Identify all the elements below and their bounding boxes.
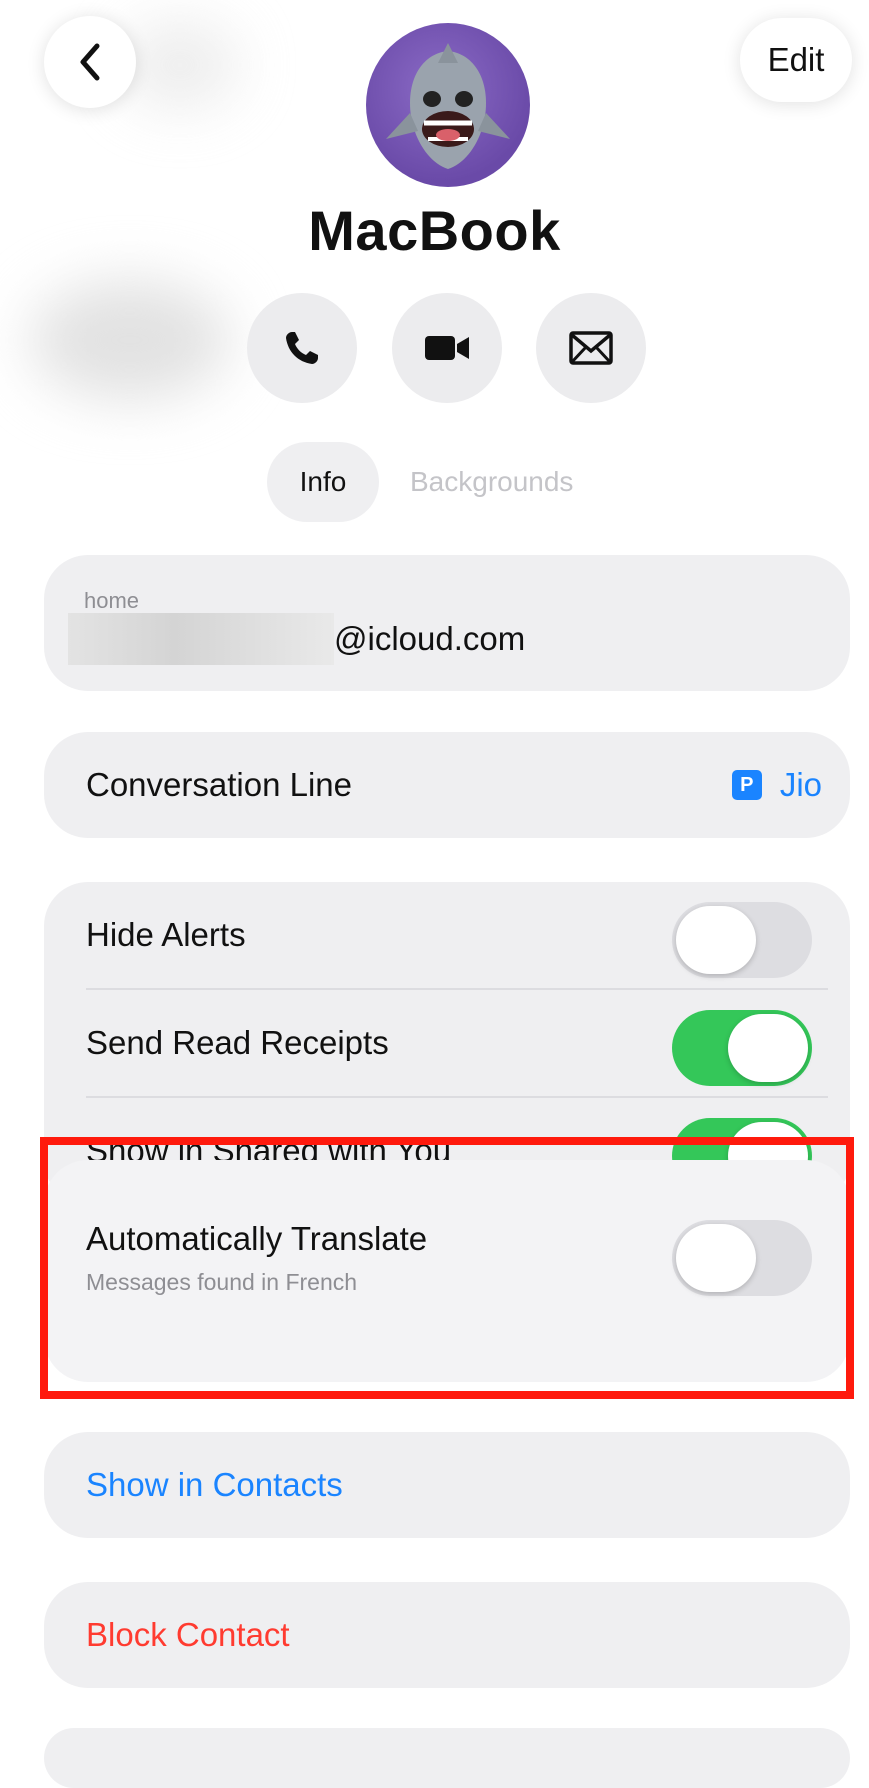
- avatar: [366, 23, 530, 187]
- highlight-box: [40, 1137, 854, 1399]
- sim-badge: P: [731, 770, 762, 800]
- shark-avatar-icon: [386, 43, 510, 169]
- video-icon: [425, 336, 469, 360]
- conversation-line-value: Jio: [779, 766, 822, 803]
- contact-name: MacBook: [308, 199, 561, 262]
- video-call-button[interactable]: [392, 293, 502, 403]
- show-in-contacts-card[interactable]: Show in Contacts: [44, 1432, 850, 1538]
- edit-button[interactable]: Edit: [740, 18, 852, 102]
- email-suffix: @icloud.com: [334, 620, 526, 657]
- conversation-line-label: Conversation Line: [86, 766, 352, 803]
- tab-backgrounds[interactable]: Backgrounds: [410, 442, 573, 522]
- hide-alerts-toggle[interactable]: [672, 902, 812, 978]
- background-blur: [30, 280, 230, 400]
- chevron-left-icon: [80, 43, 100, 81]
- mail-icon: [569, 331, 613, 365]
- block-contact-card[interactable]: Block Contact: [44, 1582, 850, 1688]
- back-button[interactable]: [44, 16, 136, 108]
- phone-icon: [286, 332, 318, 364]
- conversation-line-card[interactable]: Conversation Line P Jio: [44, 732, 850, 838]
- hide-alerts-label: Hide Alerts: [86, 916, 246, 953]
- background-blur: [120, 20, 240, 110]
- next-card-partial: [44, 1728, 850, 1788]
- show-in-contacts-link[interactable]: Show in Contacts: [86, 1466, 343, 1504]
- call-button[interactable]: [247, 293, 357, 403]
- mail-button[interactable]: [536, 293, 646, 403]
- tab-info[interactable]: Info: [267, 442, 379, 522]
- redacted-email-username: [68, 613, 334, 665]
- block-contact-link[interactable]: Block Contact: [86, 1616, 290, 1654]
- email-type-label: home: [84, 588, 140, 613]
- send-read-receipts-label: Send Read Receipts: [86, 1024, 389, 1061]
- send-read-receipts-toggle[interactable]: [672, 1010, 812, 1086]
